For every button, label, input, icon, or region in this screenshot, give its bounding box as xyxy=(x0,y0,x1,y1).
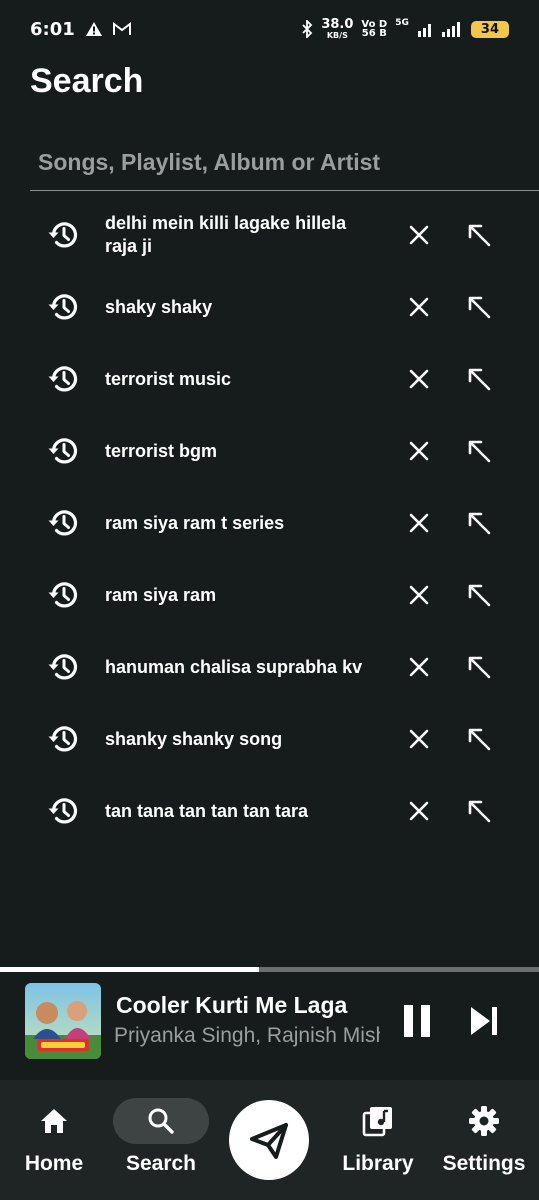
nav-library-iconbox xyxy=(330,1098,426,1144)
fill-query-arrow-icon[interactable] xyxy=(465,581,493,609)
nav-search-label: Search xyxy=(125,1152,197,1175)
fill-query-arrow-icon[interactable] xyxy=(465,509,493,537)
remove-history-icon[interactable] xyxy=(405,221,433,249)
history-item[interactable]: shanky shanky song xyxy=(0,703,539,775)
history-item-text: ram siya ram xyxy=(105,585,217,605)
volte-indicator: Vo D 56 B xyxy=(361,20,387,39)
share-fab[interactable] xyxy=(229,1100,309,1180)
network-speed-value: 38.0 xyxy=(321,17,354,32)
remove-history-icon[interactable] xyxy=(405,797,433,825)
history-item[interactable]: terrorist music xyxy=(0,343,539,415)
status-left: 6:01 xyxy=(30,19,131,40)
history-item[interactable]: terrorist bgm xyxy=(0,415,539,487)
history-item-text: delhi mein killi lagake hillela raja ji xyxy=(105,213,347,256)
history-item-text: shanky shanky song xyxy=(105,729,283,749)
history-icon xyxy=(48,510,78,536)
history-item[interactable]: shaky shaky xyxy=(0,271,539,343)
warning-icon xyxy=(85,22,102,36)
history-icon xyxy=(48,798,78,824)
battery-indicator: 34 xyxy=(470,20,509,38)
network-speed: 38.0 KB/S xyxy=(321,18,353,40)
fill-query-arrow-icon[interactable] xyxy=(465,797,493,825)
skip-next-icon[interactable] xyxy=(467,1004,501,1038)
history-item-text: hanuman chalisa suprabha kv xyxy=(105,657,363,677)
bottom-navigation: Home Search Library Settings xyxy=(0,1080,539,1200)
pause-icon[interactable] xyxy=(400,1002,434,1040)
history-item[interactable]: hanuman chalisa suprabha kv xyxy=(0,631,539,703)
history-item-text: ram siya ram t series xyxy=(105,513,285,533)
nav-settings-label: Settings xyxy=(442,1152,526,1175)
remove-history-icon[interactable] xyxy=(405,725,433,753)
nav-home-iconbox xyxy=(6,1098,102,1144)
history-icon xyxy=(48,366,78,392)
history-icon xyxy=(48,726,78,752)
remove-history-icon[interactable] xyxy=(405,581,433,609)
nav-settings[interactable]: Settings xyxy=(436,1098,532,1176)
nav-library-label: Library xyxy=(342,1152,414,1175)
signal-icon xyxy=(417,24,431,37)
remove-history-icon[interactable] xyxy=(405,653,433,681)
status-right: 38.0 KB/S Vo D 56 B 5G 34 xyxy=(301,18,509,40)
send-icon xyxy=(250,1123,288,1159)
nav-home-label: Home xyxy=(24,1152,84,1175)
library-music-icon xyxy=(362,1107,392,1137)
fill-query-arrow-icon[interactable] xyxy=(465,653,493,681)
history-icon xyxy=(48,438,78,464)
history-item[interactable]: ram siya ram xyxy=(0,559,539,631)
search-history-list: delhi mein killi lagake hillela raja ji … xyxy=(0,199,539,847)
volte-bottom: 56 B xyxy=(361,28,387,39)
remove-history-icon[interactable] xyxy=(405,437,433,465)
history-item-text: terrorist bgm xyxy=(105,441,218,461)
history-icon xyxy=(48,294,78,320)
history-icon xyxy=(48,654,78,680)
network-speed-unit: KB/S xyxy=(326,31,348,40)
history-item-text: shaky shaky xyxy=(105,297,213,317)
history-icon xyxy=(48,222,78,248)
search-input[interactable] xyxy=(30,140,539,184)
nav-search[interactable]: Search xyxy=(113,1098,209,1176)
nav-search-active-pill xyxy=(113,1098,209,1144)
status-bar: 6:01 38.0 KB/S Vo D 56 B 5G 34 xyxy=(0,0,539,58)
nav-library[interactable]: Library xyxy=(330,1098,426,1176)
remove-history-icon[interactable] xyxy=(405,365,433,393)
history-icon xyxy=(48,582,78,608)
history-item[interactable]: delhi mein killi lagake hillela raja ji xyxy=(0,199,539,271)
nav-home[interactable]: Home xyxy=(6,1098,102,1176)
bluetooth-icon xyxy=(302,20,313,38)
history-item[interactable]: tan tana tan tan tan tara xyxy=(0,775,539,847)
now-playing-artist: Priyanka Singh, Rajnish Mishra xyxy=(114,1024,380,1047)
mini-player[interactable]: Cooler Kurti Me Laga Priyanka Singh, Raj… xyxy=(0,972,539,1080)
gear-icon xyxy=(469,1106,499,1136)
history-item-text: terrorist music xyxy=(105,369,232,389)
fill-query-arrow-icon[interactable] xyxy=(465,365,493,393)
fill-query-arrow-icon[interactable] xyxy=(465,725,493,753)
page-title: Search xyxy=(30,62,144,100)
history-item-text: tan tana tan tan tan tara xyxy=(105,801,309,821)
gmail-icon xyxy=(112,22,131,35)
fill-query-arrow-icon[interactable] xyxy=(465,293,493,321)
now-playing-title: Cooler Kurti Me Laga xyxy=(116,992,348,1018)
album-art xyxy=(25,983,101,1059)
signal-icon-2 xyxy=(441,22,460,37)
search-icon xyxy=(148,1108,174,1134)
remove-history-icon[interactable] xyxy=(405,509,433,537)
fill-query-arrow-icon[interactable] xyxy=(465,437,493,465)
status-time: 6:01 xyxy=(30,18,75,40)
remove-history-icon[interactable] xyxy=(405,293,433,321)
search-bar xyxy=(30,140,539,191)
home-icon xyxy=(41,1109,67,1133)
history-item[interactable]: ram siya ram t series xyxy=(0,487,539,559)
nav-settings-iconbox xyxy=(436,1098,532,1144)
network-type: 5G xyxy=(395,18,409,28)
fill-query-arrow-icon[interactable] xyxy=(465,221,493,249)
